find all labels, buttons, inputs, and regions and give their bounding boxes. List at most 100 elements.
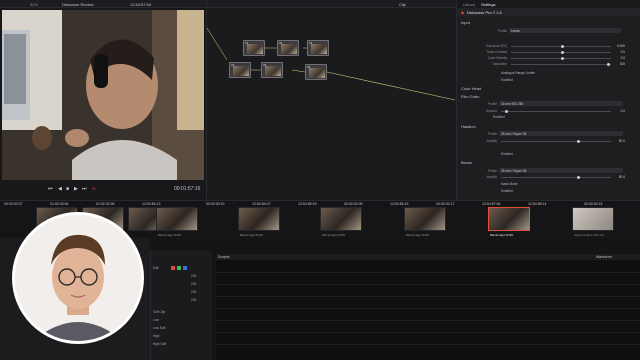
blue-channel-toggle[interactable] [183, 266, 187, 270]
clip-tc-0: 00:00:02:07 [4, 201, 23, 206]
section-input[interactable]: Input [461, 20, 470, 25]
row-value-3[interactable]: 100 [611, 62, 625, 66]
row-value-2[interactable]: 0.0 [611, 56, 625, 60]
clip-thumb-3[interactable] [404, 207, 446, 231]
clip-tc-8: 12:54:56:15 [390, 201, 409, 206]
grain-amount-label: Amount [486, 109, 497, 113]
section-bloom[interactable]: Bloom [461, 160, 472, 165]
loop-icon[interactable]: ∞ [92, 186, 96, 192]
channel-value-0[interactable]: 100 [191, 274, 196, 278]
halation-amplify-value[interactable]: 50.0 [611, 139, 625, 143]
clip-tc-2: 01:02:33:26 [96, 201, 115, 206]
tab-library[interactable]: Library [463, 2, 475, 7]
clip-label-3: Blackmagic RAW [406, 233, 430, 237]
presenter-image [15, 215, 141, 341]
plugin-icon: ◆ [461, 9, 465, 15]
row-label-0: Exposure (EV) [486, 44, 507, 48]
clip-thumb-6[interactable] [572, 207, 614, 231]
exposure-slider[interactable] [511, 45, 611, 48]
tonal-contrast-slider[interactable] [511, 51, 611, 54]
scope-mode-select[interactable]: Waveform [596, 255, 612, 259]
soft-row-3: High Soft [153, 342, 167, 346]
row-value-1[interactable]: 0.0 [611, 50, 625, 54]
soft-clip-label: Soft Clip [153, 310, 166, 314]
curves-panel: Edit 100 100 100 100 Soft Clip Low Low S… [150, 250, 212, 360]
bloom-amplify-slider[interactable] [501, 176, 611, 179]
channel-value-3[interactable]: 100 [191, 298, 196, 302]
playback-timecode: 00:01:57:16 [174, 186, 201, 192]
grain-enabled-label[interactable]: Enabled [493, 115, 505, 119]
tab-settings[interactable]: Settings [481, 2, 495, 7]
stop-icon[interactable]: ■ [66, 186, 69, 192]
section-film-grain[interactable]: Film Grain [461, 94, 479, 99]
grain-profile-select[interactable]: 16 mm ISO 250 [499, 101, 623, 106]
halation-profile-select[interactable]: 35 mm / Super 35 [499, 131, 623, 136]
halation-enabled-label[interactable]: Enabled [501, 152, 513, 156]
node-3[interactable]: 03 [307, 40, 329, 56]
profile-select[interactable]: Linear [509, 28, 621, 33]
node-2[interactable]: 02 [277, 40, 299, 56]
mask-mode-label[interactable]: Mask Mode [501, 182, 517, 186]
halation-amplify-label: Amplify [486, 139, 497, 143]
scope-title: Scopes [218, 255, 230, 259]
channel-value-2[interactable]: 100 [191, 290, 196, 294]
settings-tabs: Library Settings [457, 0, 640, 8]
node-4[interactable]: 04 [229, 62, 251, 78]
section-halation[interactable]: Halation [461, 124, 476, 129]
grain-profile-label: Profile [487, 102, 497, 106]
red-channel-toggle[interactable] [171, 266, 175, 270]
soft-row-2: High [153, 334, 160, 338]
clip-tc-7: 00:00:02:05 [344, 201, 363, 206]
clip-tc-12: 00:00:00:15 [584, 201, 603, 206]
viewer-panel: Dehancer Review 12:54:57:04 52% ⏮ ◀ ■ ▶ … [0, 0, 206, 200]
halation-amplify-slider[interactable] [501, 140, 611, 143]
clip-tc-10: 12:54:57:04 [482, 201, 501, 206]
saturation-slider[interactable] [511, 63, 611, 66]
step-back-icon[interactable]: ◀ [58, 186, 62, 192]
grain-amount-value[interactable]: 0.0 [611, 109, 625, 113]
settings-panel: Library Settings ◆ Dehancer Pro 7.1.6 In… [456, 0, 640, 200]
analogue-limiter-label[interactable]: Analogue Range Limiter [501, 71, 535, 75]
input-enabled-label[interactable]: Enabled [501, 78, 513, 82]
clip-thumb-0[interactable] [156, 207, 198, 231]
skip-end-icon[interactable]: ⏭ [82, 186, 87, 192]
webcam-overlay [12, 212, 144, 344]
clip-label-6: Apple ProRes 422 HQ [574, 233, 604, 237]
clip-tc-9: 00:00:02:17 [436, 201, 455, 206]
edit-label: Edit [153, 266, 159, 270]
clip-label-0: Blackmagic RAW [158, 233, 182, 237]
grain-amount-slider[interactable] [501, 110, 611, 113]
soft-row-1: Low Soft [153, 326, 166, 330]
video-frame [2, 10, 204, 180]
color-density-slider[interactable] [511, 57, 611, 60]
clip-thumb-selected[interactable] [488, 207, 530, 231]
green-channel-toggle[interactable] [177, 266, 181, 270]
profile-label: Profile [497, 29, 507, 33]
bloom-profile-label: Profile [487, 169, 497, 173]
scope-display [216, 254, 640, 360]
plugin-title: Dehancer Pro 7.1.6 [467, 9, 502, 15]
bloom-amplify-value[interactable]: 50.0 [611, 175, 625, 179]
viewer-zoom[interactable]: 52% [30, 2, 38, 7]
channel-value-1[interactable]: 100 [191, 282, 196, 286]
bloom-enabled-label[interactable]: Enabled [501, 189, 513, 193]
skip-start-icon[interactable]: ⏮ [48, 186, 53, 192]
row-value-0[interactable]: 0.000 [611, 44, 625, 48]
clip-tc-1: 01:02:33:04 [50, 201, 69, 206]
row-label-1: Tonal Contrast [486, 50, 507, 54]
clip-tc-6: 12:54:55:19 [298, 201, 317, 206]
clip-tc-4: 00:00:00:19 [206, 201, 225, 206]
node-editor[interactable]: Clip 01 02 03 04 05 06 [206, 0, 457, 200]
video-image [2, 10, 204, 180]
node-5[interactable]: 05 [261, 62, 283, 78]
play-icon[interactable]: ▶ [74, 186, 78, 192]
bloom-profile-select[interactable]: 35 mm / Super 35 [499, 168, 623, 173]
scope-header: Scopes Waveform [216, 254, 640, 260]
clip-thumb-1[interactable] [238, 207, 280, 231]
clip-label-2: Blackmagic RAW [322, 233, 346, 237]
section-color-head[interactable]: Color Head [461, 86, 481, 91]
clip-thumb-2[interactable] [320, 207, 362, 231]
node-6[interactable]: 06 [305, 64, 327, 80]
node-1[interactable]: 01 [243, 40, 265, 56]
clip-tc-3: 12:54:55:13 [142, 201, 161, 206]
